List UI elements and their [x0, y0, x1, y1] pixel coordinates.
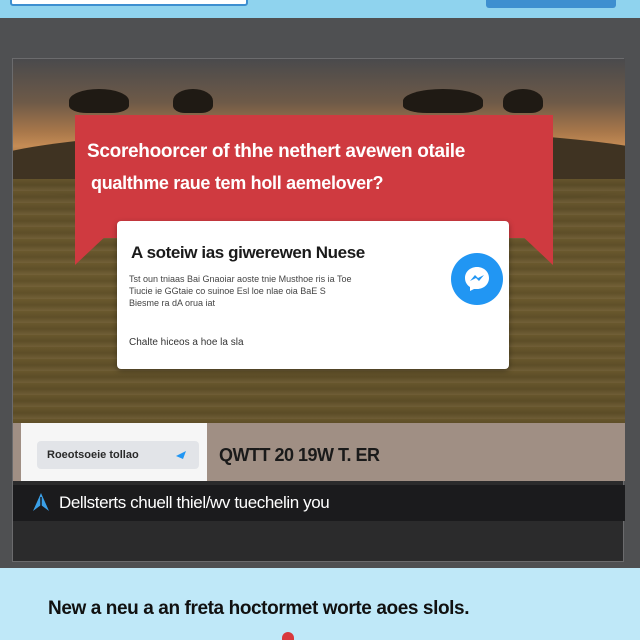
notice-bar: Dellsterts chuell thiel/wv tuechelin you — [13, 485, 625, 521]
landscape-background: Scorehoorcer of thhe nethert avewen otai… — [13, 59, 625, 423]
action-button[interactable]: Roeotsoeie tollao — [37, 441, 199, 469]
card-body-line: Tiucie ie GGtaie co suinoe Esl loe nlae … — [129, 286, 326, 296]
tree — [503, 89, 543, 113]
banner-heading: Scorehoorcer of thhe nethert avewen otai… — [87, 141, 466, 162]
footer-bar: New a neu a an freta hoctormet worte aoe… — [0, 568, 640, 640]
card-body-line: Tst oun tniaas Bai Gnaoiar aoste tnie Mu… — [129, 274, 352, 284]
button-panel: Roeotsoeie tollao — [21, 423, 207, 481]
banner-subheading: qualthme raue tem holl aemelover? — [91, 173, 384, 193]
tree — [403, 89, 483, 113]
tree — [69, 89, 129, 113]
action-button-label: Roeotsoeie tollao — [47, 449, 139, 461]
video-frame: Scorehoorcer of thhe nethert avewen otai… — [12, 58, 625, 562]
card-title: A soteiw ias giwerewen Nuese — [131, 243, 365, 262]
action-strip: Roeotsoeie tollao QWTT 20 19W T. ER — [13, 423, 625, 481]
notice-text: Dellsterts chuell thiel/wv tuechelin you — [59, 493, 330, 512]
feather-icon — [33, 493, 49, 511]
top-right-button[interactable] — [486, 0, 616, 8]
code-label: QWTT 20 19W T. ER — [219, 445, 380, 465]
footer-headline: New a neu a an freta hoctormet worte aoe… — [48, 598, 470, 619]
top-left-button[interactable] — [10, 0, 248, 6]
message-card[interactable]: A soteiw ias giwerewen Nuese Tst oun tni… — [117, 221, 509, 369]
card-body-line: Biesme ra dA orua iat — [129, 298, 216, 308]
partial-icon — [282, 632, 294, 640]
card-note: Chalte hiceos a hoe la sla — [129, 337, 244, 348]
top-bar — [0, 0, 640, 18]
card-body: Tst oun tniaas Bai Gnaoiar aoste tnie Mu… — [129, 273, 439, 309]
arrow-icon — [176, 451, 186, 459]
tree — [173, 89, 213, 113]
messenger-icon[interactable] — [451, 253, 503, 305]
